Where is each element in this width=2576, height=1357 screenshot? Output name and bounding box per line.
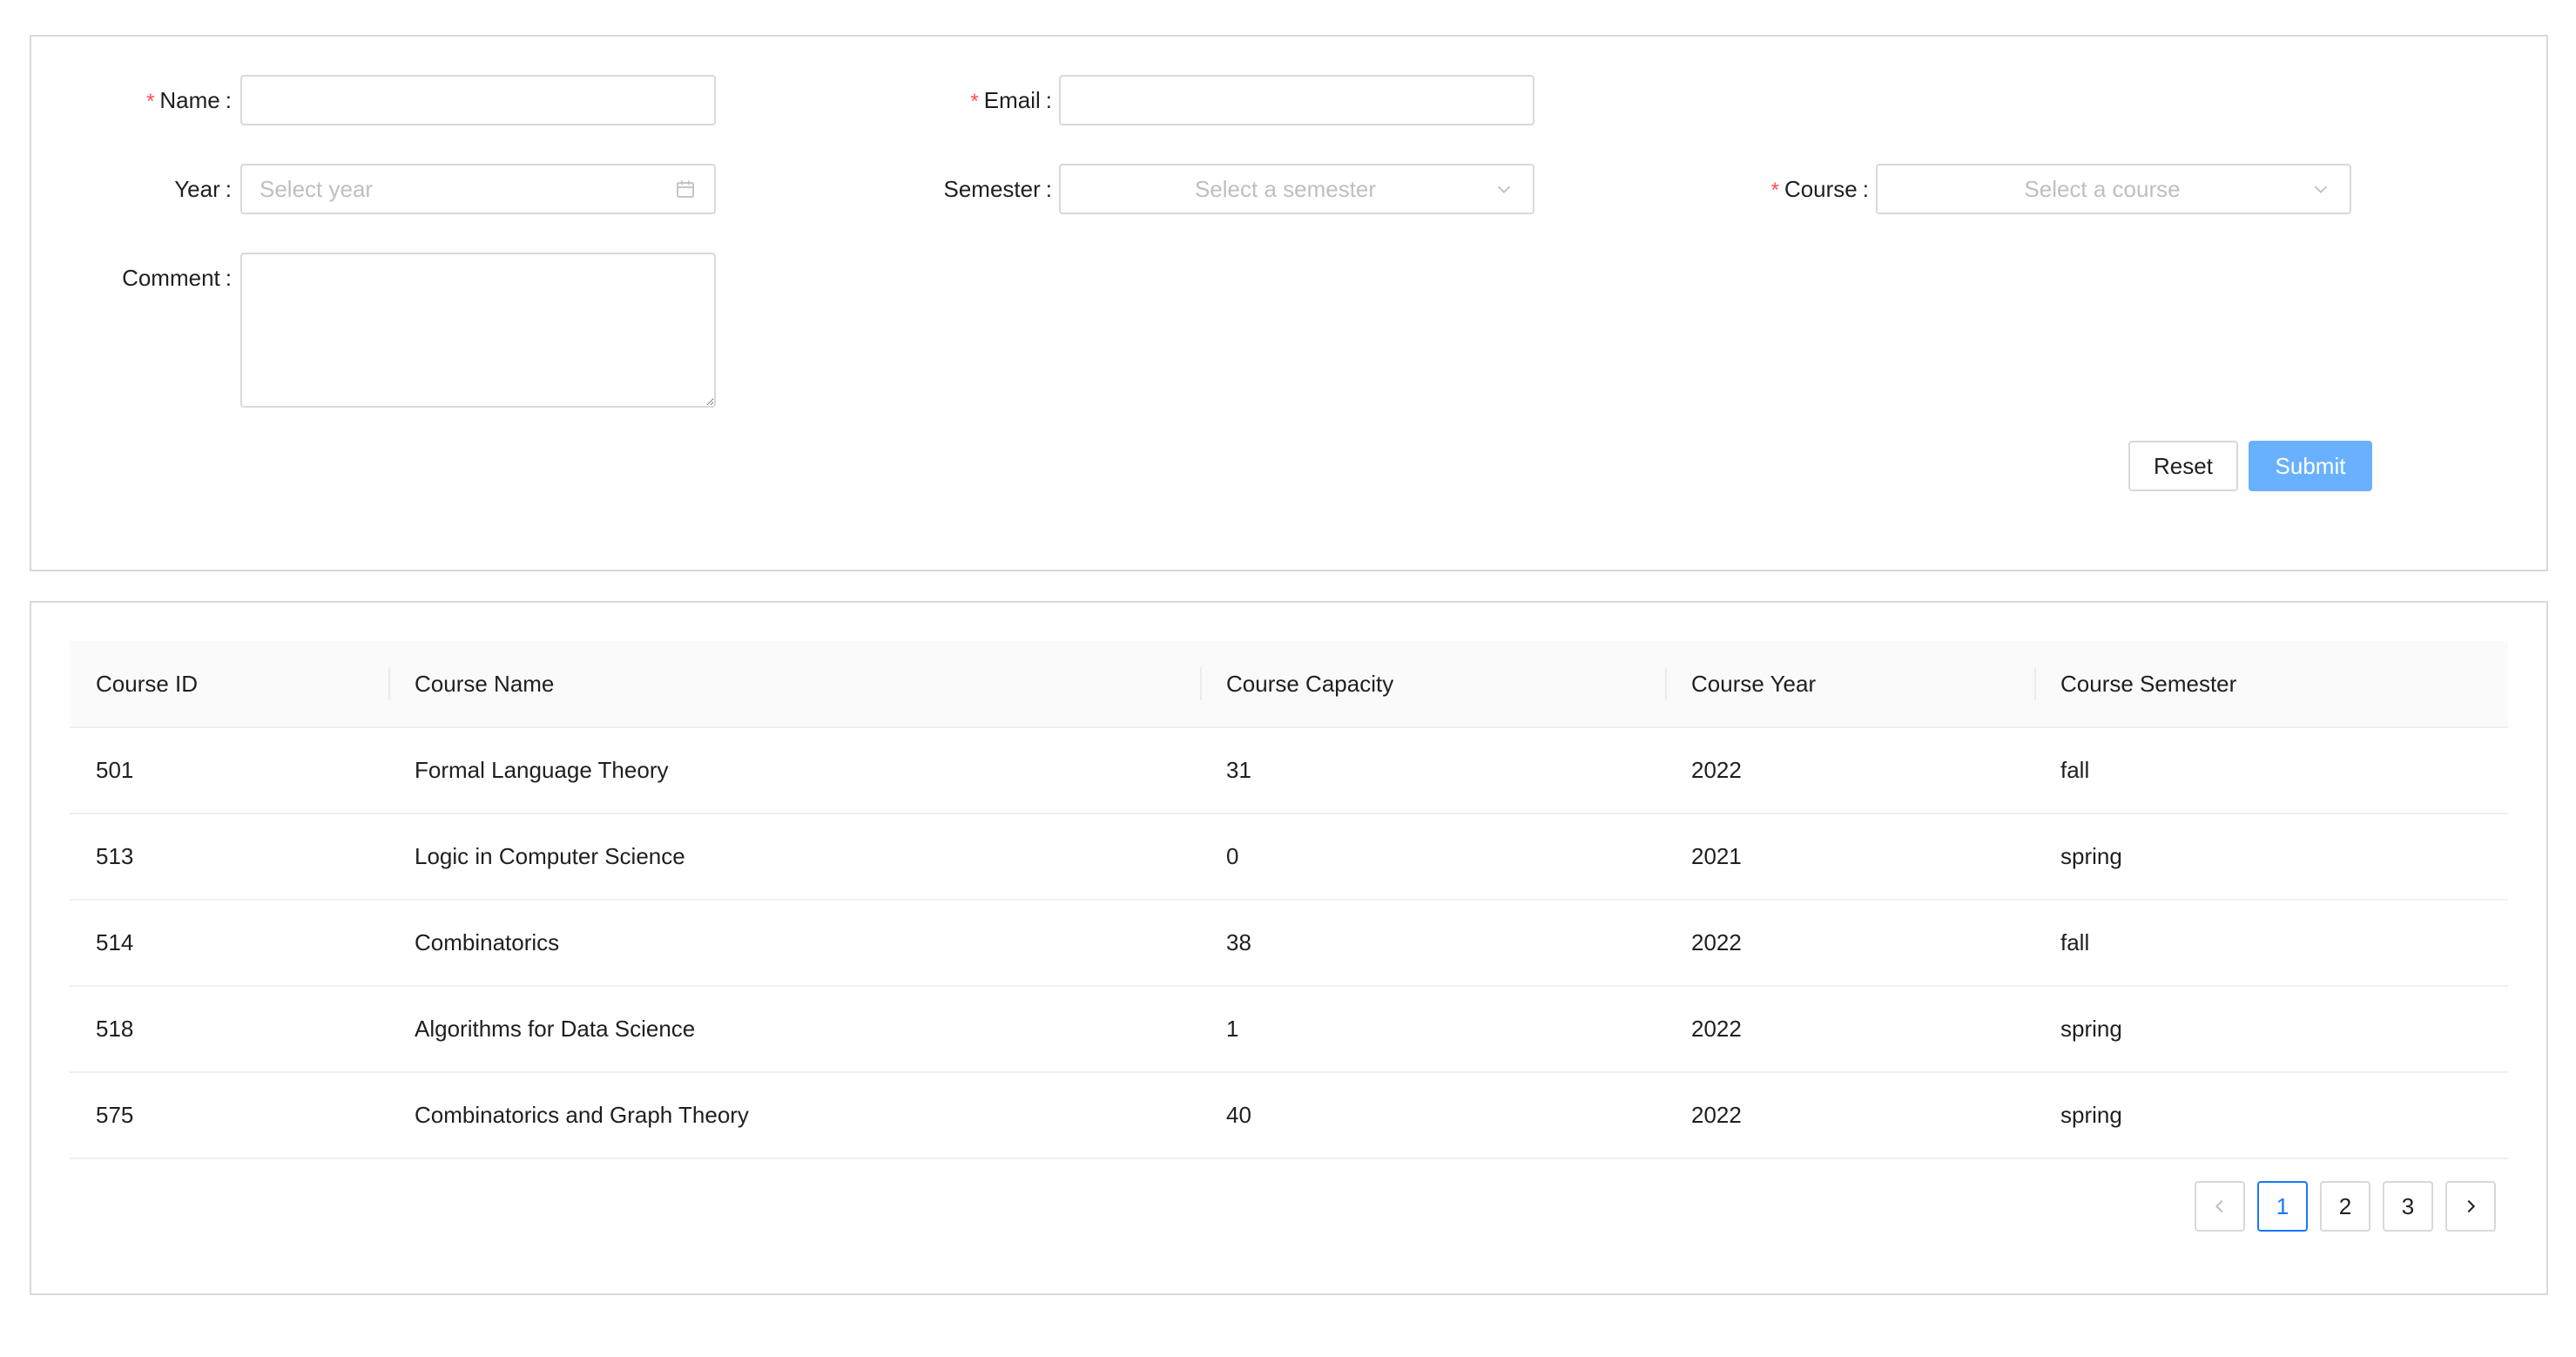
cell-course-id: 513 — [70, 814, 388, 901]
name-label-text: Name — [159, 87, 220, 113]
name-label-colon: : — [225, 87, 232, 113]
course-select[interactable]: Select a course — [1876, 164, 2351, 214]
chevron-right-icon — [2467, 1199, 2476, 1213]
chevron-down-icon — [1493, 178, 1515, 200]
semester-label: Semester: — [944, 164, 1053, 214]
chevron-down-icon — [2310, 178, 2332, 200]
cell-course-semester: spring — [2034, 986, 2508, 1073]
cell-course-capacity: 31 — [1200, 727, 1665, 814]
email-label-colon: : — [1045, 87, 1052, 113]
cell-course-year: 2022 — [1665, 986, 2034, 1073]
comment-label: Comment: — [122, 253, 232, 303]
page-button-3[interactable]: 3 — [2383, 1181, 2433, 1232]
cell-course-year: 2022 — [1665, 900, 2034, 987]
cell-course-year: 2022 — [1665, 1072, 2034, 1159]
course-label-text: Course — [1784, 176, 1858, 202]
registration-form-card: * Name: * Email: Year: Select year Semeste… — [30, 35, 2548, 571]
cell-course-name: Combinatorics and Graph Theory — [388, 1072, 1200, 1159]
year-placeholder: Select year — [260, 175, 374, 202]
course-label: * Course: — [1771, 164, 1869, 214]
table-row: 513 Logic in Computer Science 0 2021 spr… — [70, 814, 2508, 901]
semester-select[interactable]: Select a semester — [1059, 164, 1534, 214]
cell-course-capacity: 40 — [1200, 1072, 1665, 1159]
name-label: * Name: — [146, 75, 232, 125]
pagination: 1 2 3 — [2195, 1181, 2496, 1232]
email-input[interactable] — [1059, 75, 1534, 125]
semester-placeholder: Select a semester — [1194, 175, 1377, 202]
cell-course-name: Algorithms for Data Science — [388, 986, 1200, 1073]
year-picker[interactable]: Select year — [240, 164, 716, 214]
chevron-left-icon — [2215, 1199, 2223, 1213]
table-header-row: Course ID Course Name Course Capacity Co… — [70, 641, 2508, 728]
cell-course-capacity: 38 — [1200, 900, 1665, 987]
page-button-1[interactable]: 1 — [2257, 1181, 2308, 1232]
cell-course-semester: fall — [2034, 727, 2508, 814]
cell-course-id: 518 — [70, 986, 388, 1073]
cell-course-id: 575 — [70, 1072, 388, 1159]
calendar-icon — [674, 178, 697, 200]
table-row: 518 Algorithms for Data Science 1 2022 s… — [70, 986, 2508, 1073]
course-required-mark: * — [1770, 179, 1779, 202]
submit-button[interactable]: Submit — [2249, 441, 2372, 491]
reset-button[interactable]: Reset — [2128, 441, 2238, 491]
next-page-button[interactable] — [2445, 1181, 2496, 1232]
course-placeholder: Select a course — [2024, 175, 2181, 202]
cell-course-semester: spring — [2034, 814, 2508, 901]
table-row: 501 Formal Language Theory 31 2022 fall — [70, 727, 2508, 814]
cell-course-name: Logic in Computer Science — [388, 814, 1200, 901]
courses-table: Course ID Course Name Course Capacity Co… — [70, 641, 2508, 1159]
cell-course-capacity: 0 — [1200, 814, 1665, 901]
cell-course-id: 501 — [70, 727, 388, 814]
name-input[interactable] — [240, 75, 716, 125]
course-label-colon: : — [1862, 176, 1869, 202]
comment-label-text: Comment — [122, 265, 220, 291]
column-header-course-id: Course ID — [70, 641, 388, 728]
column-header-course-capacity: Course Capacity — [1200, 641, 1665, 728]
name-required-mark: * — [146, 90, 155, 113]
email-label: * Email: — [970, 75, 1052, 125]
email-required-mark: * — [970, 90, 979, 113]
cell-course-name: Formal Language Theory — [388, 727, 1200, 814]
year-label-colon: : — [225, 176, 232, 202]
cell-course-year: 2021 — [1665, 814, 2034, 901]
cell-course-semester: spring — [2034, 1072, 2508, 1159]
comment-textarea[interactable] — [240, 253, 716, 408]
column-header-course-semester: Course Semester — [2034, 641, 2508, 728]
column-header-course-name: Course Name — [388, 641, 1200, 728]
table-row: 514 Combinatorics 38 2022 fall — [70, 900, 2508, 987]
year-label-text: Year — [174, 176, 220, 202]
semester-label-text: Semester — [943, 176, 1041, 202]
comment-label-colon: : — [225, 265, 232, 291]
courses-table-card: Course ID Course Name Course Capacity Co… — [30, 601, 2548, 1295]
email-label-text: Email — [983, 87, 1041, 113]
page-button-2[interactable]: 2 — [2320, 1181, 2370, 1232]
column-header-course-year: Course Year — [1665, 641, 2034, 728]
year-label: Year: — [174, 164, 232, 214]
cell-course-name: Combinatorics — [388, 900, 1200, 987]
prev-page-button[interactable] — [2195, 1181, 2245, 1232]
semester-label-colon: : — [1045, 176, 1052, 202]
cell-course-id: 514 — [70, 900, 388, 987]
cell-course-year: 2022 — [1665, 727, 2034, 814]
table-row: 575 Combinatorics and Graph Theory 40 20… — [70, 1072, 2508, 1159]
cell-course-capacity: 1 — [1200, 986, 1665, 1073]
cell-course-semester: fall — [2034, 900, 2508, 987]
